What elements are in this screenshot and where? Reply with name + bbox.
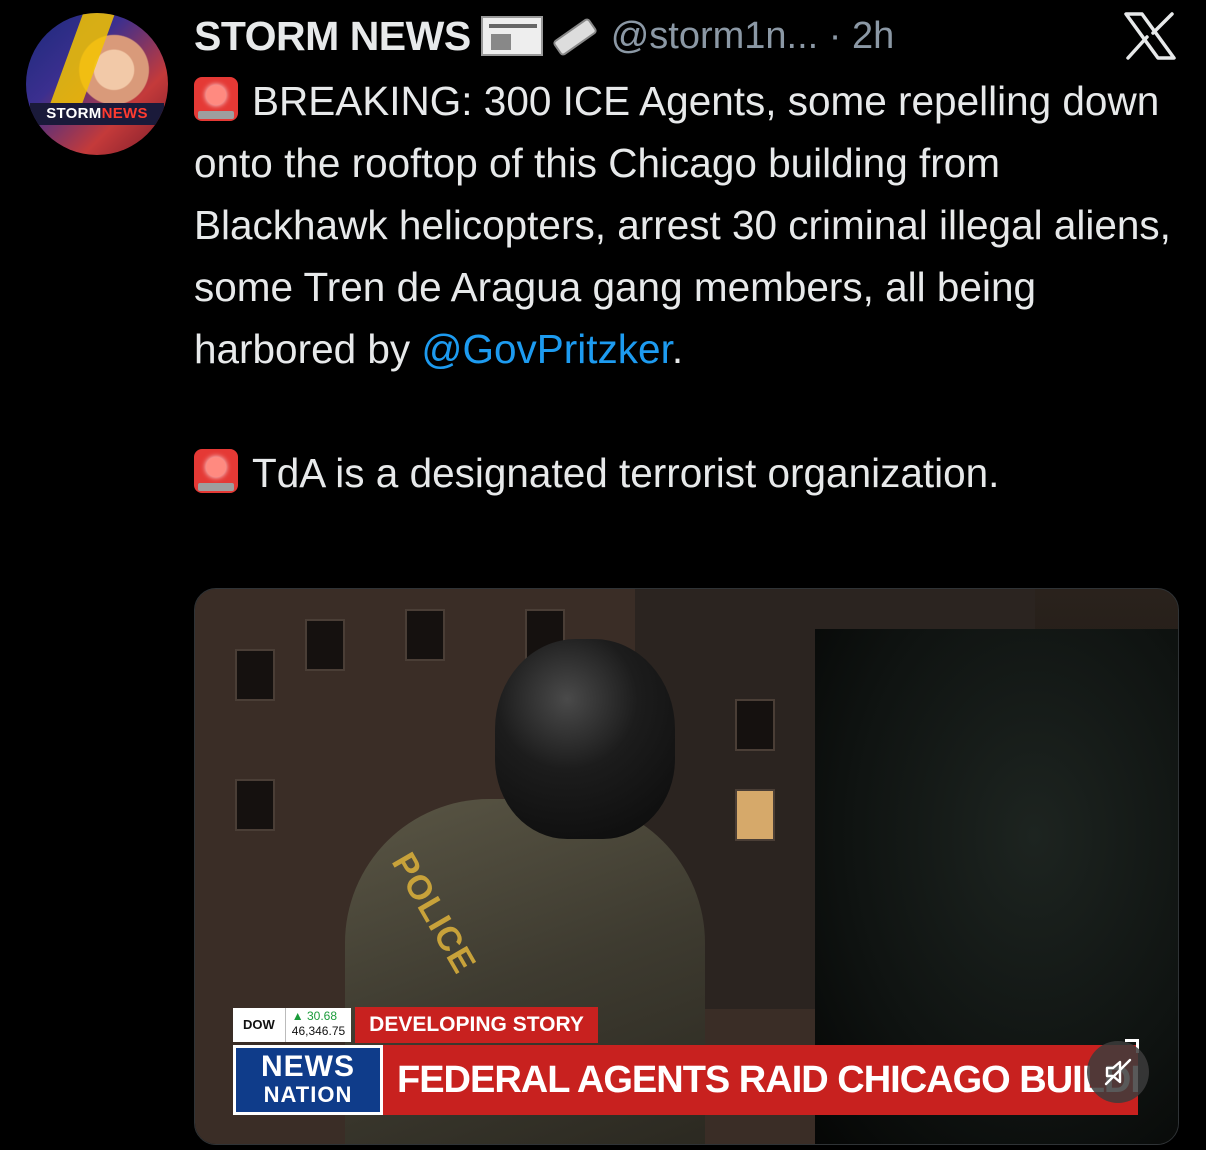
tweet-paragraph-2: TdA is a designated terrorist organizati…	[194, 442, 1184, 504]
news-lower-third: NEWS NATION FEDERAL AGENTS RAID CHICAGO …	[233, 1045, 1138, 1115]
news-headline: FEDERAL AGENTS RAID CHICAGO BUILDING	[383, 1045, 1138, 1115]
market-ticker: DOW ▲ 30.68 46,346.75 DEVELOPING STORY	[233, 1007, 598, 1043]
ticker-value: 46,346.75	[291, 1024, 346, 1038]
tweet-body: BREAKING: 300 ICE Agents, some repelling…	[194, 70, 1184, 504]
author-avatar[interactable]: STORMNEWS	[26, 13, 168, 155]
mention-link[interactable]: @GovPritzker	[421, 326, 671, 372]
speaker-muted-icon	[1104, 1058, 1132, 1086]
tweet-paragraph-1: BREAKING: 300 ICE Agents, some repelling…	[194, 77, 1171, 372]
newsnation-logo: NEWS NATION	[233, 1045, 383, 1115]
ticker-index-label: DOW	[233, 1008, 285, 1042]
tweet-video[interactable]: POLICE DOW ▲ 30.68 46,346.75 DEVELOPING …	[194, 588, 1179, 1145]
newspaper-emoji-icon	[480, 16, 543, 56]
ticker-values: ▲ 30.68 46,346.75	[284, 1008, 352, 1042]
author-handle[interactable]: @storm1n... · 2h	[611, 15, 895, 58]
agent-helmet	[495, 639, 675, 839]
avatar-badge: STORMNEWS	[30, 103, 164, 125]
window	[235, 649, 275, 701]
window	[305, 619, 345, 671]
rotating-light-icon	[194, 449, 238, 493]
window	[405, 609, 445, 661]
tweet-timestamp[interactable]: 2h	[852, 15, 894, 57]
window	[235, 779, 275, 831]
window	[735, 699, 775, 751]
rolled-newspaper-emoji-icon	[549, 16, 598, 57]
window-lit	[735, 789, 775, 841]
ticker-change: ▲ 30.68	[291, 1009, 338, 1023]
developing-story-tag: DEVELOPING STORY	[355, 1007, 598, 1043]
tweet-header: STORM NEWS @storm1n... · 2h	[194, 8, 894, 64]
mute-button[interactable]	[1087, 1041, 1149, 1103]
author-display-name[interactable]: STORM NEWS	[194, 13, 471, 60]
x-logo-icon[interactable]	[1124, 12, 1176, 60]
rotating-light-icon	[194, 77, 238, 121]
